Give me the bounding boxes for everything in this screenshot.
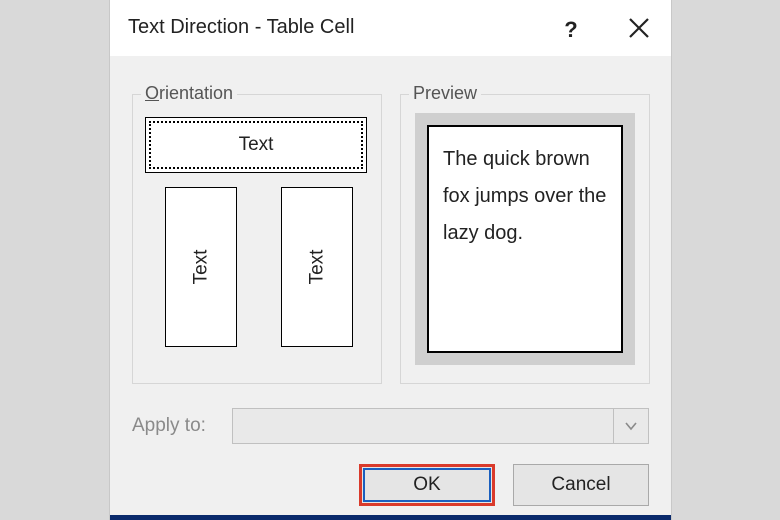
help-button[interactable]: ? bbox=[551, 14, 591, 46]
dialog-buttons: OK Cancel bbox=[110, 464, 649, 506]
text-direction-dialog: Text Direction - Table Cell ? Orientatio… bbox=[109, 0, 672, 520]
ok-button[interactable]: OK bbox=[359, 464, 495, 506]
close-icon bbox=[619, 10, 659, 46]
orientation-option-text: Text bbox=[190, 250, 212, 285]
title-bar: Text Direction - Table Cell ? bbox=[110, 0, 671, 56]
dialog-title: Text Direction - Table Cell bbox=[128, 16, 354, 39]
orientation-label: Orientation bbox=[141, 83, 237, 104]
preview-label: Preview bbox=[409, 83, 481, 104]
apply-to-row: Apply to: bbox=[132, 406, 649, 446]
cancel-button[interactable]: Cancel bbox=[513, 464, 649, 506]
apply-to-dropdown[interactable] bbox=[232, 408, 649, 444]
preview-frame: The quick brown fox jumps over the lazy … bbox=[415, 113, 635, 365]
orientation-option-text: Text bbox=[239, 134, 274, 156]
chevron-down-icon bbox=[613, 409, 648, 443]
close-button[interactable] bbox=[619, 10, 659, 46]
bottom-accent-bar bbox=[110, 515, 671, 520]
orientation-group: Orientation Text Text Text bbox=[132, 94, 382, 384]
orientation-option-vertical-up[interactable]: Text bbox=[165, 187, 237, 347]
dialog-body: Orientation Text Text Text Preview The q… bbox=[110, 56, 671, 520]
cancel-button-label: Cancel bbox=[551, 474, 610, 496]
ok-button-label: OK bbox=[413, 474, 440, 496]
apply-to-label: Apply to: bbox=[132, 415, 232, 437]
preview-text: The quick brown fox jumps over the lazy … bbox=[427, 125, 623, 353]
preview-group: Preview The quick brown fox jumps over t… bbox=[400, 94, 650, 384]
orientation-option-vertical-down[interactable]: Text bbox=[281, 187, 353, 347]
orientation-option-text: Text bbox=[306, 250, 328, 285]
orientation-option-horizontal[interactable]: Text bbox=[145, 117, 367, 173]
